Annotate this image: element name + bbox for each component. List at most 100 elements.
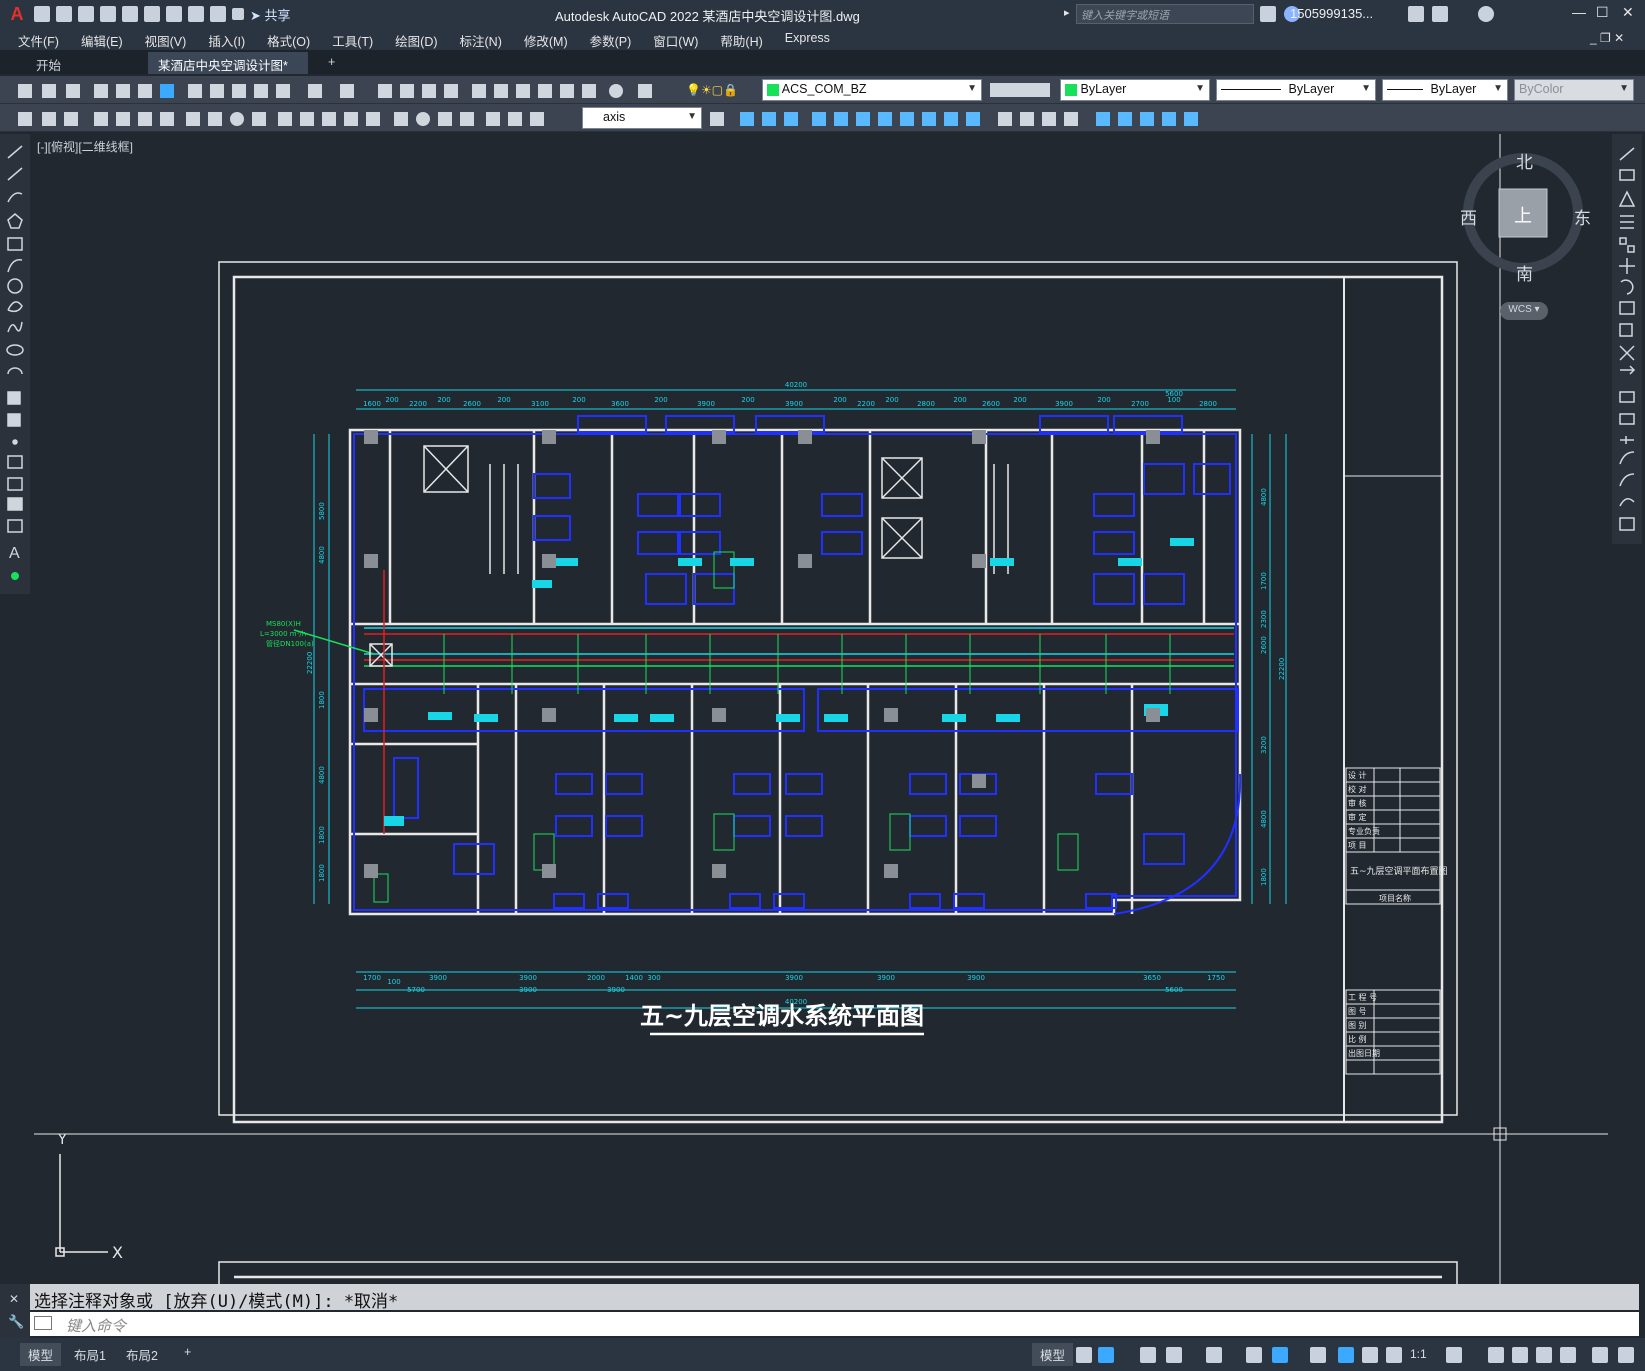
command-line-handle[interactable]: ✕ 🔧: [0, 1284, 30, 1338]
tab-layout2[interactable]: 布局2: [118, 1343, 166, 1366]
menu-format[interactable]: 格式(O): [267, 28, 322, 50]
tb-row-sheet-no: 图 号: [1348, 1007, 1367, 1016]
redo-icon[interactable]: [210, 6, 226, 22]
close-icon[interactable]: ✕: [9, 1292, 19, 1306]
dim-left-3: 1800: [318, 691, 326, 709]
customize-dropdown-icon[interactable]: [232, 8, 244, 20]
tab-start[interactable]: 开始: [26, 52, 71, 74]
lineweight-dropdown[interactable]: ByLayer ▼: [1382, 79, 1508, 101]
annotation-visibility-icon[interactable]: [1338, 1347, 1354, 1363]
new-file-icon[interactable]: [34, 6, 50, 22]
layer-tools-icons[interactable]: [990, 83, 1050, 97]
auto-scale-icon[interactable]: [1362, 1347, 1378, 1363]
standard-toolbar-icons[interactable]: [8, 82, 668, 98]
open-web-icon[interactable]: [122, 6, 138, 22]
undo-icon[interactable]: [188, 6, 204, 22]
modify-toolbar-icons[interactable]: [706, 110, 1226, 128]
linetype-dropdown[interactable]: ByLayer ▼: [1216, 79, 1376, 101]
model-space-toggle[interactable]: 模型: [1032, 1343, 1074, 1366]
tab-drawing-label: 某酒店中央空调设计图*: [158, 59, 288, 73]
dim-top-14: 2200: [857, 400, 875, 408]
gear-icon[interactable]: [1446, 1347, 1462, 1363]
drawing-canvas[interactable]: 设 计 校 对 审 核 审 定 专业负责 项 目 五~九层空调平面布置图 项目名…: [34, 134, 1608, 1284]
command-input[interactable]: 键入命令: [30, 1312, 1639, 1336]
menu-draw[interactable]: 绘图(D): [395, 28, 449, 50]
layer-dropdown[interactable]: ACS_COM_BZ ▼: [762, 79, 982, 101]
compass-west[interactable]: 西: [1460, 204, 1477, 229]
cart-icon[interactable]: [1408, 6, 1424, 22]
open-file-icon[interactable]: [56, 6, 72, 22]
viewcube-top-face[interactable]: 上: [1514, 202, 1532, 228]
color-dropdown[interactable]: ByLayer ▼: [1060, 79, 1210, 101]
search-icon[interactable]: [1260, 6, 1276, 22]
user-account[interactable]: 1505999135...: [1290, 6, 1373, 21]
search-input[interactable]: 键入关键字或短语: [1076, 4, 1254, 24]
save-as-icon[interactable]: [100, 6, 116, 22]
tab-drawing[interactable]: 某酒店中央空调设计图* ×: [148, 52, 308, 88]
menu-insert[interactable]: 插入(I): [208, 28, 257, 50]
layer-state-icons[interactable]: 💡☀▢🔒: [686, 83, 738, 97]
object-snap-tracking-icon[interactable]: [1246, 1347, 1262, 1363]
menu-express[interactable]: Express: [785, 28, 842, 50]
menu-file[interactable]: 文件(F): [18, 28, 71, 50]
menu-modify[interactable]: 修改(M): [524, 28, 580, 50]
units-icon[interactable]: [1560, 1347, 1576, 1363]
hardware-acceleration-icon[interactable]: [1536, 1347, 1552, 1363]
menu-window[interactable]: 窗口(W): [653, 28, 710, 50]
plus-icon[interactable]: [1488, 1347, 1504, 1363]
isolate-objects-icon[interactable]: [1512, 1347, 1528, 1363]
dim-top-2: 2200: [409, 400, 427, 408]
dim-left-1: 4800: [318, 546, 326, 564]
color-value: ByLayer: [1080, 82, 1127, 96]
dim-top-1: 200: [385, 396, 398, 404]
fullscreen-icon[interactable]: [1592, 1347, 1608, 1363]
compass-south[interactable]: 南: [1516, 260, 1533, 285]
viewport-controls[interactable]: [-][俯视][二维线框]: [37, 138, 133, 155]
wrench-icon[interactable]: 🔧: [8, 1314, 24, 1330]
viewcube[interactable]: 北 南 东 西 上: [1458, 148, 1591, 284]
modify-toolbar-side-icons[interactable]: [1612, 134, 1642, 544]
customize-menu-icon[interactable]: [1618, 1347, 1634, 1363]
menu-view[interactable]: 视图(V): [145, 28, 199, 50]
dim-top-9: 200: [654, 396, 667, 404]
tb-project-name: 项目名称: [1379, 893, 1411, 903]
menu-edit[interactable]: 编辑(E): [81, 28, 135, 50]
new-tab-button[interactable]: +: [318, 52, 345, 74]
menu-help[interactable]: 帮助(H): [720, 28, 774, 50]
tab-layout1[interactable]: 布局1: [66, 1343, 114, 1366]
app-menu-button[interactable]: A: [6, 4, 28, 25]
menu-parametric[interactable]: 参数(P): [590, 28, 644, 50]
autodesk-app-icon[interactable]: [1432, 6, 1448, 22]
close-button[interactable]: ✕: [1622, 4, 1634, 21]
save-icon[interactable]: [78, 6, 94, 22]
search-expand-icon[interactable]: ▸: [1064, 6, 1070, 19]
add-layout-button[interactable]: +: [176, 1343, 199, 1361]
save-web-icon[interactable]: [144, 6, 160, 22]
compass-north[interactable]: 北: [1516, 148, 1533, 173]
dimstyle-dropdown[interactable]: axis ▼: [582, 107, 702, 129]
maximize-button[interactable]: ☐: [1596, 4, 1609, 21]
snap-icon[interactable]: [1098, 1347, 1114, 1363]
dim-top-22: 2700: [1131, 400, 1149, 408]
help-icon[interactable]: [1478, 6, 1494, 22]
object-snap-icon[interactable]: [1272, 1347, 1288, 1363]
compass-east[interactable]: 东: [1574, 204, 1591, 229]
ortho-icon[interactable]: [1140, 1347, 1156, 1363]
isodraft-icon[interactable]: [1206, 1347, 1222, 1363]
lineweight-icon[interactable]: [1310, 1347, 1326, 1363]
plot-icon[interactable]: [166, 6, 182, 22]
doc-window-controls[interactable]: _ ❐ ✕: [1590, 31, 1624, 45]
menu-tools[interactable]: 工具(T): [332, 28, 385, 50]
dimension-toolbar-icons[interactable]: [8, 110, 568, 126]
tab-model[interactable]: 模型: [20, 1343, 62, 1366]
wcs-menu[interactable]: WCS ▾: [1500, 302, 1548, 320]
minimize-button[interactable]: —: [1572, 4, 1586, 20]
draw-toolbar-icons[interactable]: A: [0, 134, 30, 594]
scale-dropdown[interactable]: 1:1: [1410, 1347, 1427, 1361]
menu-dimension[interactable]: 标注(N): [460, 28, 514, 50]
command-prompt-icon[interactable]: [34, 1316, 52, 1330]
grid-icon[interactable]: [1076, 1347, 1092, 1363]
annotation-scale-icon[interactable]: [1386, 1347, 1402, 1363]
share-button[interactable]: ➤ 共享: [250, 5, 291, 24]
polar-icon[interactable]: [1166, 1347, 1182, 1363]
